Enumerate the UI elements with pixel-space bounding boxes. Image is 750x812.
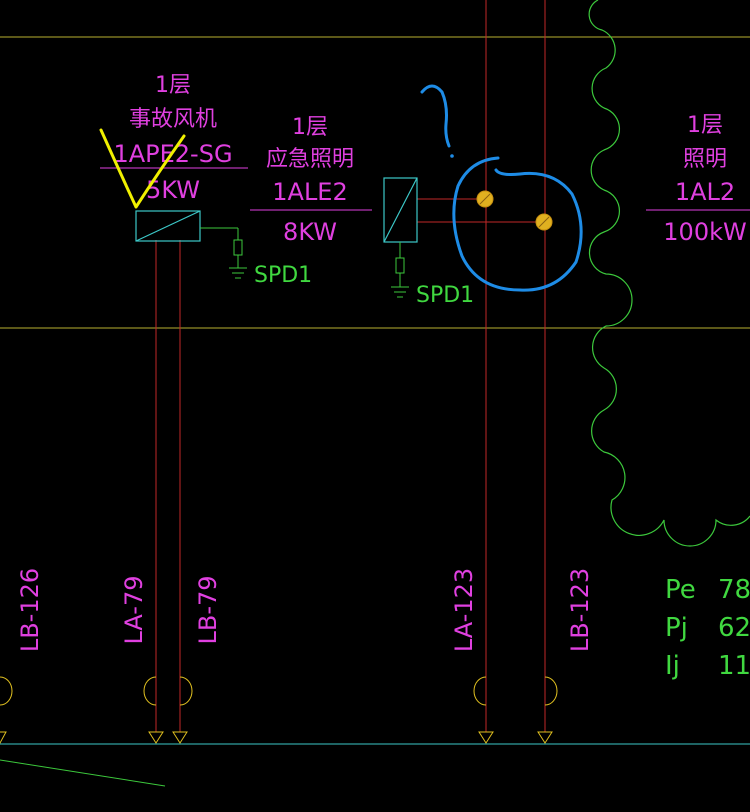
feeder-label: LA-123 [450,568,478,652]
question-mark-annotation [420,84,454,158]
feeder-arrow-icon [0,731,553,745]
panel-power: 100kW [663,218,746,246]
load-key: Ij [665,651,680,681]
load-value: 78 [718,575,750,605]
panel-floor: 1层 [292,115,328,140]
panel-floor: 1层 [687,113,723,138]
load-value: 111 [718,651,750,681]
spd-ground-icon [391,242,409,298]
load-key: Pe [665,575,696,605]
panel-code: 1AL2 [675,178,735,206]
isolation-transformer-icon [135,210,201,242]
panel-name: 应急照明 [266,147,354,172]
load-value: 62 [718,613,750,643]
panel-name: 事故风机 [129,107,217,132]
circle-highlight [452,156,583,292]
panel-block-1AL2: 1层 照明 1AL2 100kW [646,113,750,246]
isolation-transformer-icon [383,177,418,243]
panel-code: 1ALE2 [272,178,348,206]
feeder-label: LB-79 [194,575,222,644]
feeder-label: LB-126 [16,568,44,652]
terminal-dot-icon [476,190,494,208]
load-summary: Pe 78 Pj 62 Ij 111 [665,575,750,681]
cad-drawing-canvas: SPD1 SPD1 1层 事故风机 1APE2-SG 5KW 1层 应急照明 1… [0,0,750,787]
revision-cloud [588,0,750,547]
feeder-label: LB-123 [566,568,594,652]
terminal-dot-icon [535,213,553,231]
spd-label: SPD1 [254,263,312,288]
panel-power: 8KW [283,218,337,246]
load-key: Pj [665,613,688,643]
stray-green-line [0,759,166,787]
panel-block-1APE2-SG: 1层 事故风机 1APE2-SG 5KW [100,73,248,204]
panel-floor: 1层 [155,73,191,98]
feeder-label: LA-79 [120,575,148,644]
panel-name: 照明 [683,147,727,172]
panel-block-1ALE2: 1层 应急照明 1ALE2 8KW [250,115,372,246]
crossover-arc-group [0,676,558,706]
spd-label: SPD1 [416,283,474,308]
spd-ground-icon [200,227,247,279]
